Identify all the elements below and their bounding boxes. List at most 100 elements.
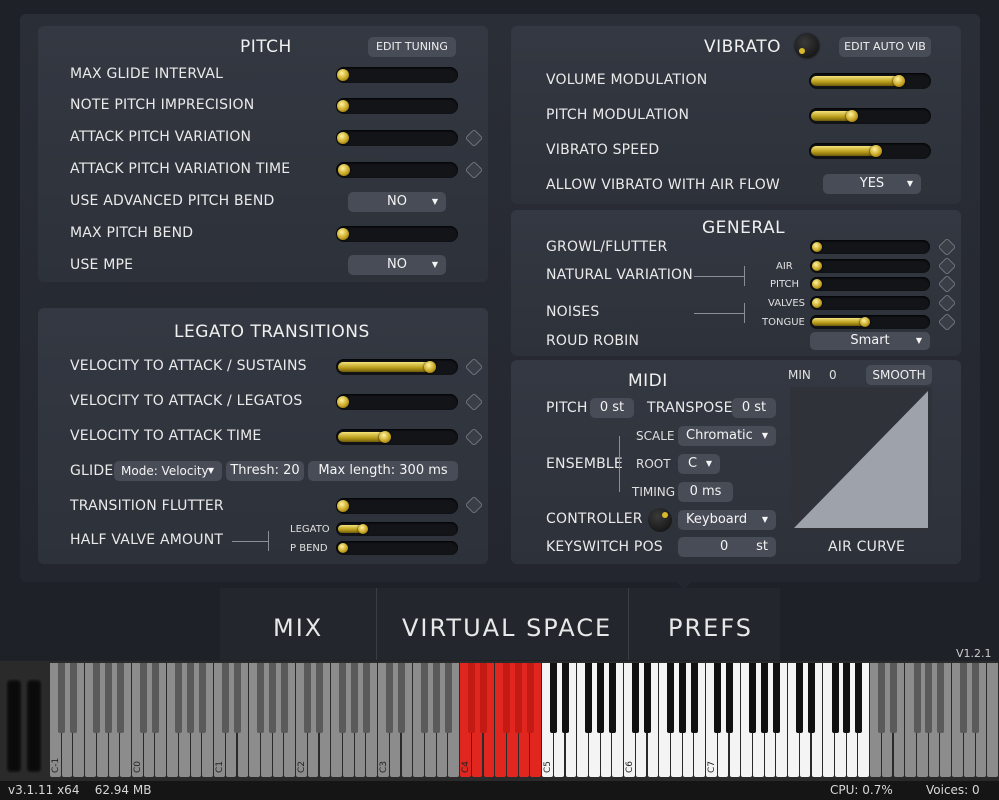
vibrato-speed-slider[interactable] [809,143,931,159]
attack-var-slider[interactable] [336,130,458,146]
black-key[interactable] [222,663,230,733]
black-key[interactable] [362,663,370,733]
keyswitch-field[interactable]: 0 st [678,537,776,557]
controller-dropdown[interactable]: Keyboard ▼ [678,510,776,530]
adv-pitch-bend-dropdown[interactable]: NO ▼ [348,192,446,212]
slider-thumb[interactable] [337,69,349,81]
tongue-slider[interactable] [810,315,930,329]
max-length-field[interactable]: Max length: 300 ms [308,461,458,481]
black-key[interactable] [69,663,77,733]
black-key[interactable] [562,663,569,733]
white-key[interactable] [987,663,998,777]
black-key[interactable] [526,663,534,733]
black-key[interactable] [503,663,511,733]
black-key[interactable] [175,663,183,733]
slider-thumb[interactable] [812,242,822,252]
black-key[interactable] [116,663,124,733]
black-key[interactable] [187,663,195,733]
black-key[interactable] [233,663,241,733]
black-key[interactable] [960,663,968,733]
black-key[interactable] [515,663,523,733]
black-key[interactable] [58,663,66,733]
slider-thumb[interactable] [337,500,349,512]
black-key[interactable] [690,663,698,733]
black-key[interactable] [151,663,159,733]
vel-time-slider[interactable] [336,429,458,445]
black-key[interactable] [608,663,616,733]
slider-thumb[interactable] [337,100,349,112]
black-key[interactable] [632,663,640,733]
black-key[interactable] [749,663,757,733]
black-key[interactable] [726,663,733,733]
black-key[interactable] [386,663,394,733]
slider-thumb[interactable] [812,279,822,289]
black-key[interactable] [444,663,452,733]
black-key[interactable] [644,663,651,733]
air-slider[interactable] [810,259,930,273]
slider-thumb[interactable] [337,228,349,240]
pitch-mod-slider[interactable] [809,108,931,124]
vel-sustains-slider[interactable] [336,359,458,375]
black-key[interactable] [351,663,359,733]
root-dropdown[interactable]: C ▼ [678,454,720,474]
transition-flutter-slider[interactable] [336,498,458,514]
thresh-field[interactable]: Thresh: 20 [226,461,304,481]
black-key[interactable] [316,663,323,733]
black-key[interactable] [714,663,722,733]
black-key[interactable] [843,663,851,733]
transpose-field[interactable]: 0 st [732,398,776,418]
slider-thumb[interactable] [893,75,905,87]
slider-thumb[interactable] [337,396,349,408]
glide-mode-dropdown[interactable]: Mode: Velocity ▼ [114,461,222,481]
black-key[interactable] [433,663,441,733]
black-key[interactable] [936,663,944,733]
black-key[interactable] [480,663,487,733]
edit-tuning-button[interactable]: EDIT TUNING [368,37,456,57]
use-mpe-dropdown[interactable]: NO ▼ [348,255,446,275]
black-key[interactable] [550,663,558,733]
slider-thumb[interactable] [338,543,348,553]
black-key[interactable] [679,663,687,733]
pitch-wheel[interactable] [6,679,22,773]
black-key[interactable] [772,663,780,733]
pitch-var-slider[interactable] [810,277,930,291]
black-key[interactable] [339,663,347,733]
black-key[interactable] [878,663,886,733]
slider-thumb[interactable] [870,145,882,157]
black-key[interactable] [280,663,288,733]
black-key[interactable] [808,663,815,733]
black-key[interactable] [93,663,101,733]
black-key[interactable] [468,663,476,733]
black-key[interactable] [597,663,605,733]
black-key[interactable] [913,663,921,733]
edit-auto-vib-button[interactable]: EDIT AUTO VIB [839,37,931,57]
growl-slider[interactable] [810,240,930,254]
black-key[interactable] [972,663,980,733]
round-robin-dropdown[interactable]: Smart ▼ [810,332,930,350]
slider-thumb[interactable] [846,110,858,122]
slider-thumb[interactable] [424,361,436,373]
note-imprecision-slider[interactable] [336,98,458,114]
black-key[interactable] [890,663,897,733]
black-key[interactable] [925,663,933,733]
attack-var-time-slider[interactable] [336,162,458,178]
air-curve-graph[interactable] [790,387,932,532]
black-key[interactable] [585,663,593,733]
slider-thumb[interactable] [379,431,391,443]
midi-pitch-field[interactable]: 0 st [590,398,634,418]
black-key[interactable] [269,663,277,733]
timing-field[interactable]: 0 ms [678,482,733,502]
slider-thumb[interactable] [812,261,822,271]
max-glide-slider[interactable] [336,67,458,83]
black-key[interactable] [667,663,675,733]
slider-thumb[interactable] [860,317,870,327]
valves-slider[interactable] [810,296,930,310]
black-key[interactable] [831,663,839,733]
smooth-button[interactable]: SMOOTH [866,365,932,385]
max-pitch-bend-slider[interactable] [336,226,458,242]
black-key[interactable] [198,663,206,733]
black-key[interactable] [398,663,405,733]
hv-pbend-slider[interactable] [336,541,458,555]
black-key[interactable] [421,663,429,733]
black-key[interactable] [854,663,862,733]
